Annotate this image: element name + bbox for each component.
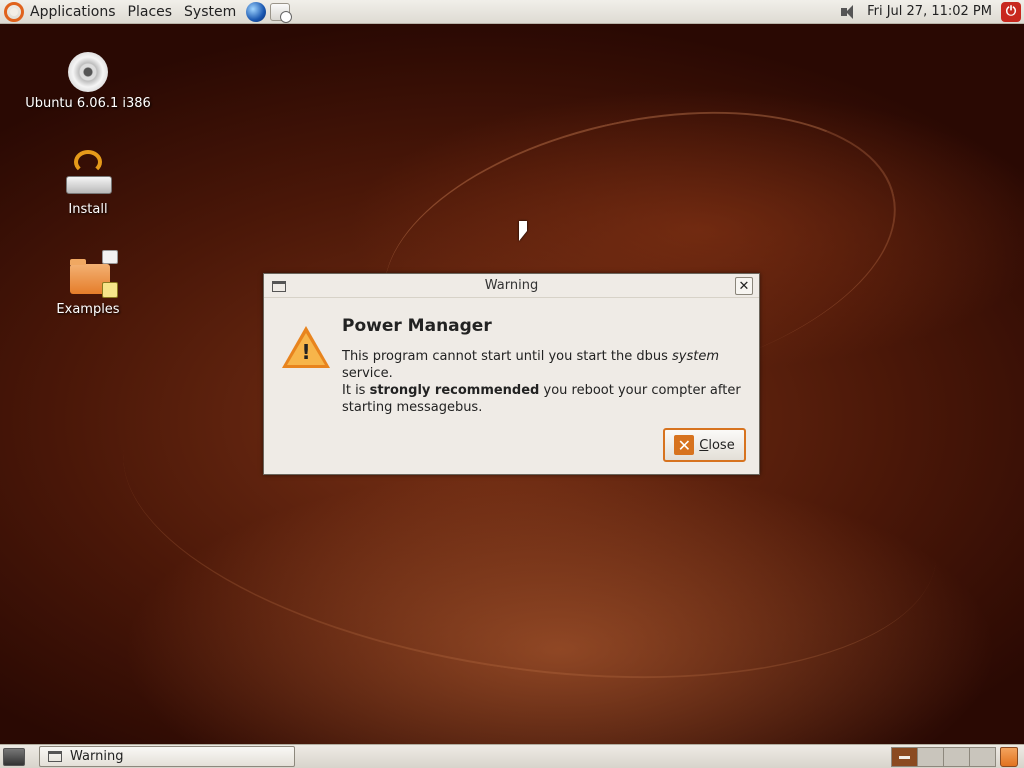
message-part: It is xyxy=(342,383,370,398)
warning-dialog: Warning ✕ ! Power Manager This program c… xyxy=(263,273,760,475)
workspace-switcher xyxy=(891,746,996,767)
window-icon xyxy=(48,751,62,762)
message-part: This program cannot start until you star… xyxy=(342,349,672,364)
dialog-message: This program cannot start until you star… xyxy=(342,348,742,416)
menu-system[interactable]: System xyxy=(178,0,242,24)
titlebar-close-button[interactable]: ✕ xyxy=(735,277,753,295)
clock[interactable]: Fri Jul 27, 11:02 PM xyxy=(861,4,998,19)
dialog-body: ! Power Manager This program cannot star… xyxy=(264,298,759,416)
volume-icon[interactable] xyxy=(841,4,857,19)
close-button-mnemonic: C xyxy=(699,437,709,453)
close-button[interactable]: ✕ Close xyxy=(663,428,746,462)
trash-icon[interactable] xyxy=(1000,746,1018,767)
mouse-cursor-icon xyxy=(519,221,527,241)
ubuntu-logo-icon[interactable] xyxy=(4,1,24,22)
desktop-icon-install[interactable]: Install xyxy=(23,150,153,217)
desktop-icon-cd[interactable]: Ubuntu 6.06.1 i386 xyxy=(23,48,153,111)
top-panel: Applications Places System Fri Jul 27, 1… xyxy=(0,0,1024,24)
dialog-titlebar[interactable]: Warning ✕ xyxy=(264,274,759,298)
dialog-content: Power Manager This program cannot start … xyxy=(342,312,742,416)
taskbar-window-button[interactable]: Warning xyxy=(39,746,295,767)
message-strong: strongly recommended xyxy=(369,383,540,398)
install-icon xyxy=(64,150,112,198)
globe-icon[interactable] xyxy=(246,1,267,22)
menu-places[interactable]: Places xyxy=(122,0,179,24)
warning-icon: ! xyxy=(282,326,330,368)
close-button-label: lose xyxy=(708,437,735,453)
close-icon: ✕ xyxy=(674,435,695,455)
taskbar-window-label: Warning xyxy=(70,749,124,764)
workspace-1[interactable] xyxy=(891,746,918,767)
message-emphasis: system xyxy=(671,349,719,364)
desktop-icon-label: Examples xyxy=(56,302,120,317)
menu-applications[interactable]: Applications xyxy=(24,0,122,24)
folder-icon xyxy=(64,250,118,298)
show-desktop-icon[interactable] xyxy=(3,747,25,766)
workspace-3[interactable] xyxy=(943,746,970,767)
desktop-icon-examples[interactable]: Examples xyxy=(23,250,153,317)
desktop-icon-label: Install xyxy=(68,202,108,217)
window-menu-icon[interactable] xyxy=(272,281,286,292)
cd-icon xyxy=(68,52,108,92)
bottom-panel: Warning xyxy=(0,744,1024,768)
dialog-heading: Power Manager xyxy=(342,316,492,336)
lock-emblem-icon xyxy=(102,282,118,298)
dialog-title: Warning xyxy=(484,278,539,293)
workspace-2[interactable] xyxy=(917,746,944,767)
dialog-button-row: ✕ Close xyxy=(663,428,746,462)
workspace-4[interactable] xyxy=(969,746,996,767)
message-part: service. xyxy=(342,366,393,381)
symlink-emblem-icon xyxy=(102,250,118,264)
mail-icon[interactable] xyxy=(270,2,293,23)
desktop-icon-label: Ubuntu 6.06.1 i386 xyxy=(25,96,151,111)
power-icon[interactable]: ⏻ xyxy=(1001,1,1021,22)
